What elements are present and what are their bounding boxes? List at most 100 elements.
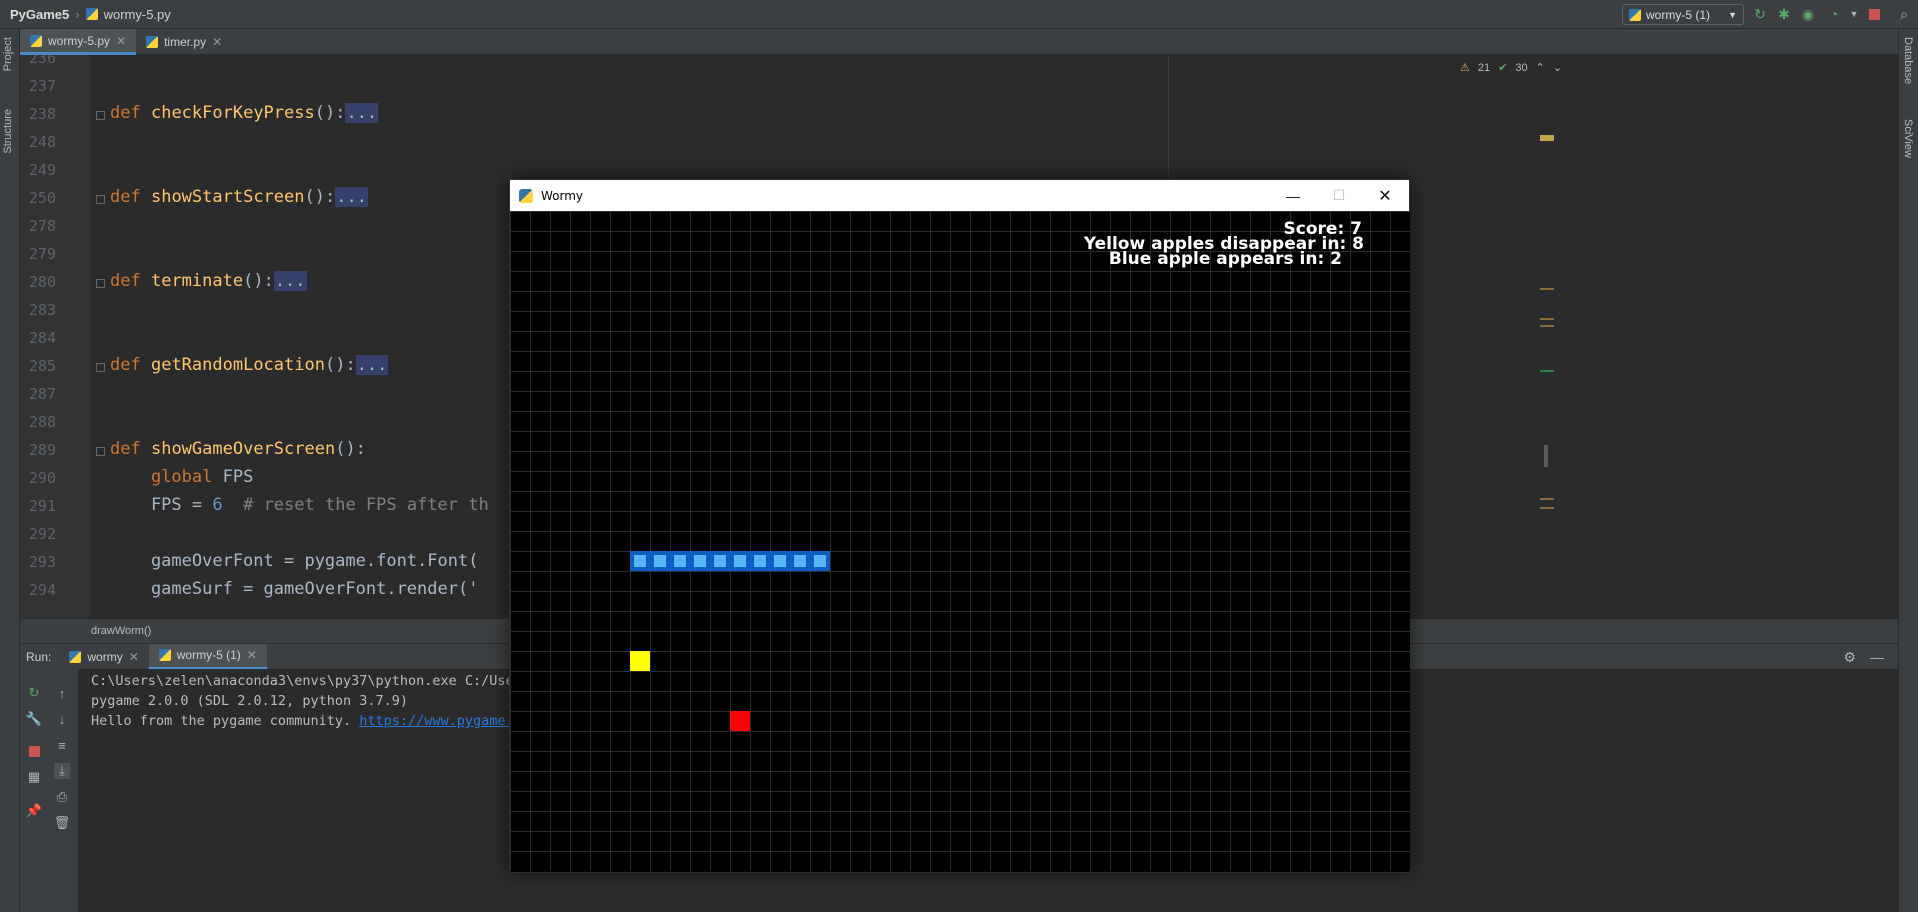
error-stripe-marker[interactable]: [1540, 318, 1554, 320]
console-line: Hello from the pygame community. https:/…: [91, 713, 514, 729]
code-line: gameOverFont = pygame.font.Font(: [110, 551, 479, 571]
profile-icon[interactable]: ◔: [1826, 6, 1842, 22]
game-board[interactable]: Score: 7 Yellow apples disappear in: 8 B…: [510, 211, 1410, 871]
code-line: def checkForKeyPress():...: [110, 103, 379, 123]
code-line: gameSurf = gameOverFont.render(': [110, 579, 479, 599]
chevron-up-icon[interactable]: ⌃: [1536, 61, 1545, 74]
line-number: 291: [28, 497, 56, 515]
structure-tool-tab[interactable]: Structure: [2, 109, 14, 154]
tab-label: timer.py: [164, 35, 207, 49]
arrow-up-icon[interactable]: ↑: [54, 685, 70, 701]
run-configuration-label: wormy-5 (1): [1646, 7, 1711, 22]
minimize-window-icon[interactable]: —: [1270, 180, 1316, 211]
soft-wrap-icon[interactable]: ≡: [54, 737, 70, 753]
line-number: 293: [28, 553, 56, 571]
trash-icon[interactable]: 🗑: [54, 815, 71, 831]
close-window-icon[interactable]: ✕: [1362, 180, 1408, 211]
code-line: def showGameOverScreen():: [110, 439, 366, 459]
python-file-icon: [146, 36, 159, 48]
fold-toggle-icon[interactable]: [96, 363, 105, 372]
error-stripe-marker[interactable]: [1540, 135, 1554, 141]
close-icon[interactable]: ✕: [116, 34, 126, 48]
navigation-bar: PyGame5 › wormy-5.py wormy-5 (1) ▼ ↻ ✱ ◉…: [0, 0, 1918, 29]
worm-segment: [770, 551, 790, 571]
close-icon[interactable]: ✕: [212, 35, 222, 49]
console-line: C:\Users\zelen\anaconda3\envs\py37\pytho…: [91, 673, 514, 689]
run-tab-wormy[interactable]: wormy ✕: [59, 644, 148, 670]
run-toolbar-secondary: ↑ ↓ ≡ ⤓ ⎙ 🗑: [48, 669, 79, 912]
coverage-icon[interactable]: ◉: [1800, 6, 1816, 22]
line-number: 237: [28, 77, 56, 95]
fold-toggle-icon[interactable]: [96, 447, 105, 456]
gear-icon[interactable]: ⚙: [1843, 649, 1856, 666]
stop-icon[interactable]: [1866, 6, 1882, 22]
line-number: 250: [28, 189, 56, 207]
sciview-tool-tab[interactable]: SciView: [1902, 119, 1914, 158]
run-tab-label: wormy: [87, 649, 123, 664]
editor-tabs: wormy-5.py ✕ timer.py ✕: [20, 29, 1898, 55]
debug-icon[interactable]: ✱: [1776, 6, 1792, 22]
minimize-icon[interactable]: —: [1870, 649, 1884, 666]
python-file-icon: [158, 649, 171, 661]
error-stripe-marker[interactable]: [1540, 507, 1554, 509]
wormy-game-window[interactable]: Wormy — ☐ ✕ Score: 7 Yellow apples disap…: [509, 179, 1410, 873]
project-tool-tab[interactable]: Project: [2, 37, 14, 71]
error-stripe-marker[interactable]: [1540, 288, 1554, 290]
error-stripe-marker[interactable]: [1540, 370, 1554, 372]
worm-segment: [710, 551, 730, 571]
line-number: 248: [28, 133, 56, 151]
error-stripe-marker[interactable]: [1540, 325, 1554, 327]
line-number: 294: [28, 581, 56, 599]
editor-scroll-thumb[interactable]: [1544, 445, 1548, 467]
fold-toggle-icon[interactable]: [96, 111, 105, 120]
error-stripe-marker[interactable]: [1540, 498, 1554, 500]
line-number: 279: [28, 245, 56, 263]
breadcrumb-function[interactable]: drawWorm(): [91, 625, 151, 637]
chevron-down-icon: ▼: [1728, 9, 1737, 20]
line-number: 288: [28, 413, 56, 431]
ok-count: 30: [1515, 61, 1528, 74]
line-number: 284: [28, 329, 56, 347]
search-icon[interactable]: ⌕: [1896, 6, 1912, 22]
fold-toggle-icon[interactable]: [96, 195, 105, 204]
console-line: pygame 2.0.0 (SDL 2.0.12, python 3.7.9): [91, 693, 408, 709]
python-file-icon: [1629, 8, 1641, 21]
tab-timer[interactable]: timer.py ✕: [136, 29, 232, 55]
maximize-window-icon[interactable]: ☐: [1316, 180, 1362, 211]
scroll-to-end-icon[interactable]: ⤓: [54, 763, 70, 779]
file-name[interactable]: wormy-5.py: [104, 7, 171, 22]
line-number: 236: [28, 55, 56, 67]
close-icon[interactable]: ✕: [129, 650, 139, 664]
chevron-down-icon[interactable]: ⌄: [1553, 61, 1562, 74]
worm-segment: [730, 551, 750, 571]
database-tool-tab[interactable]: Database: [1902, 37, 1914, 84]
inspection-widget[interactable]: ⚠ 21 ✔ 30 ⌃ ⌄: [1460, 61, 1562, 75]
worm-segment: [630, 551, 650, 571]
line-number: 289: [28, 441, 56, 459]
run-label: Run:: [26, 649, 52, 664]
print-icon[interactable]: ⎙: [54, 789, 70, 805]
tab-wormy-5[interactable]: wormy-5.py ✕: [20, 29, 137, 55]
layout-icon[interactable]: ▦: [26, 769, 42, 785]
fold-toggle-icon[interactable]: [96, 279, 105, 288]
warning-icon: ⚠: [1460, 62, 1470, 74]
wrench-icon[interactable]: 🔧: [26, 711, 42, 727]
run-tab-wormy-5[interactable]: wormy-5 (1) ✕: [148, 643, 267, 670]
blue-apple-timer: Blue apple appears in: 2: [1108, 249, 1342, 269]
code-line: def showStartScreen():...: [110, 187, 368, 207]
arrow-down-icon[interactable]: ↓: [54, 711, 70, 727]
more-run-options-chevron-icon[interactable]: ▼: [1846, 6, 1862, 22]
project-name[interactable]: PyGame5: [10, 7, 69, 22]
line-number-gutter: 236 237 238 248 249 250 278 279 280 283 284 285 287 2…: [20, 55, 90, 618]
worm-segment: [790, 551, 810, 571]
code-line: def terminate():...: [110, 271, 307, 291]
stop-icon[interactable]: [26, 743, 42, 759]
window-title-bar[interactable]: Wormy — ☐ ✕: [510, 180, 1409, 211]
rerun-icon[interactable]: ↻: [1752, 6, 1768, 22]
worm-segment: [810, 551, 830, 571]
run-configuration-select[interactable]: wormy-5 (1) ▼: [1622, 4, 1744, 25]
pin-icon[interactable]: 📌: [26, 803, 42, 819]
console-link[interactable]: https://www.pygame.: [359, 713, 513, 729]
close-icon[interactable]: ✕: [247, 648, 257, 662]
rerun-icon[interactable]: ↻: [26, 685, 42, 701]
